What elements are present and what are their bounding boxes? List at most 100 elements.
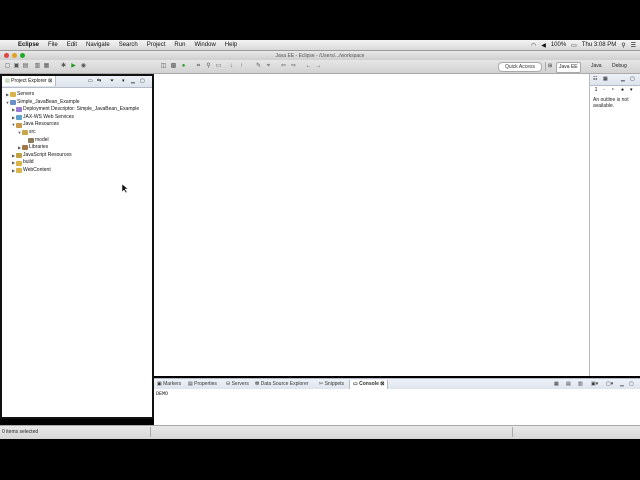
battery-icon[interactable]: ▭ xyxy=(571,42,577,49)
volume-icon[interactable]: ◀ xyxy=(541,42,546,49)
hide-fields-icon[interactable]: ◦ xyxy=(603,87,605,93)
menu-search[interactable]: Search xyxy=(119,42,138,48)
maximize-console-icon[interactable]: ▢ xyxy=(629,380,634,389)
close-window-icon[interactable] xyxy=(4,53,9,58)
deploy-icon[interactable]: ▦ xyxy=(43,63,50,70)
new-class-icon[interactable]: ● xyxy=(180,63,187,70)
save-icon[interactable]: ▣ xyxy=(13,63,20,70)
minimize-console-icon[interactable]: ▁ xyxy=(620,380,624,389)
tree-item[interactable]: ▶ JavaScript Resources xyxy=(5,152,152,160)
tree-item[interactable]: ▼ Simple_JavaBean_Example xyxy=(5,99,152,107)
menubar-clock[interactable]: Thu 3:08 PM xyxy=(582,42,616,48)
window-controls xyxy=(4,53,25,58)
menu-window[interactable]: Window xyxy=(194,42,215,48)
tree-item[interactable]: ▼ src xyxy=(5,129,152,137)
back-icon[interactable]: ⇦ xyxy=(280,63,287,70)
external-tools-icon[interactable]: ◉ xyxy=(80,63,87,70)
outline-tab-icon[interactable]: ☷ xyxy=(593,76,597,82)
battery-percent[interactable]: 100% xyxy=(551,42,566,48)
webservice-icon xyxy=(16,115,22,121)
new-java-project-icon[interactable]: ◫ xyxy=(160,63,167,70)
package-icon xyxy=(28,137,34,143)
print-icon[interactable]: ▤ xyxy=(22,63,29,70)
display-console-icon[interactable]: ▣▾ xyxy=(591,380,598,389)
project-explorer-tab-label: Project Explorer xyxy=(11,78,47,84)
zoom-window-icon[interactable] xyxy=(20,53,25,58)
open-perspective-icon[interactable]: ⊞ xyxy=(545,62,554,71)
tree-item[interactable]: ▶ Servers xyxy=(5,91,152,99)
debug-icon[interactable]: ✱ xyxy=(60,63,67,70)
tab-console[interactable]: ▭ Console ⊠ xyxy=(349,380,389,389)
open-type-icon[interactable]: ⌗ xyxy=(195,63,202,70)
outline-tabbar: ☷ ▦ ▁ ▢ xyxy=(590,74,640,86)
new-icon[interactable]: ▢ xyxy=(4,63,11,70)
quick-access-field[interactable]: Quick Access xyxy=(498,62,542,72)
new-package-icon[interactable]: ▩ xyxy=(170,63,177,70)
tree-item[interactable]: ▶ Libraries xyxy=(5,144,152,152)
tree-item[interactable]: ▶ WebContent xyxy=(5,167,152,175)
wifi-icon[interactable]: ◠ xyxy=(531,42,536,49)
minimize-window-icon[interactable] xyxy=(12,53,17,58)
tree-item[interactable]: ▶ Deployment Descriptor: Simple_JavaBean_… xyxy=(5,106,152,114)
menu-edit[interactable]: Edit xyxy=(67,42,77,48)
back-history-icon[interactable]: ← xyxy=(305,63,312,70)
maximize-outline-icon[interactable]: ▢ xyxy=(630,76,635,82)
link-with-editor-icon[interactable]: ⇆ xyxy=(97,78,101,84)
tree-item[interactable]: model xyxy=(5,137,152,145)
tab-markers[interactable]: ▣ Markers xyxy=(157,380,181,389)
open-task-icon[interactable]: ▭ xyxy=(215,63,222,70)
notification-icon[interactable]: ☰ xyxy=(631,42,636,49)
maximize-view-icon[interactable]: ▢ xyxy=(140,78,145,84)
view-menu-icon[interactable]: ▾ xyxy=(122,78,125,84)
sort-icon[interactable]: ↧ xyxy=(594,87,598,93)
pin-icon[interactable]: ⌖ xyxy=(265,63,272,70)
spotlight-icon[interactable]: ⚲ xyxy=(621,42,625,49)
tab-snippets[interactable]: ✄ Snippets xyxy=(319,380,344,389)
last-edit-icon[interactable]: ✎ xyxy=(255,63,262,70)
outline-menu-icon[interactable]: ▾ xyxy=(630,87,633,93)
forward-icon[interactable]: ⇨ xyxy=(290,63,297,70)
hide-nonpublic-icon[interactable]: ● xyxy=(621,87,624,93)
open-console-icon[interactable]: ▢▾ xyxy=(606,380,613,389)
hide-static-icon[interactable]: ˢ xyxy=(612,87,614,93)
pin-console-icon[interactable]: ▥ xyxy=(578,380,583,389)
java-resources-icon xyxy=(16,122,22,128)
perspective-debug-label: Debug xyxy=(612,63,627,69)
close-tab-icon[interactable]: ⊠ xyxy=(48,78,52,84)
menu-eclipse[interactable]: Eclipse xyxy=(18,42,39,48)
tab-properties[interactable]: ▤ Properties xyxy=(188,380,217,389)
console-view[interactable]: DEMO xyxy=(154,389,640,425)
tab-data-source-explorer[interactable]: ⛃ Data Source Explorer xyxy=(255,380,308,389)
editor-area[interactable] xyxy=(154,74,589,376)
perspective-java-ee[interactable]: Java EE xyxy=(556,62,581,73)
menu-navigate[interactable]: Navigate xyxy=(86,42,110,48)
menu-run[interactable]: Run xyxy=(174,42,185,48)
prev-annotation-icon[interactable]: ↑ xyxy=(238,63,245,70)
tree-item[interactable]: ▶ JAX-WS Web Services xyxy=(5,114,152,122)
perspective-debug[interactable]: Debug xyxy=(610,62,629,71)
mac-menubar: Eclipse File Edit Navigate Search Projec… xyxy=(0,40,640,51)
menu-file[interactable]: File xyxy=(48,42,58,48)
menu-project[interactable]: Project xyxy=(147,42,166,48)
tree-item[interactable]: ▶ build xyxy=(5,159,152,167)
perspective-java[interactable]: Java xyxy=(589,62,604,71)
scroll-lock-icon[interactable]: ▤ xyxy=(566,380,571,389)
search-icon[interactable]: ⚲ xyxy=(205,63,212,70)
tree-item[interactable]: ▼ Java Resources xyxy=(5,121,152,129)
next-annotation-icon[interactable]: ↓ xyxy=(228,63,235,70)
window-title: Java EE - Eclipse - /Users/.../workspace xyxy=(275,52,365,59)
tab-servers[interactable]: ⛁ Servers xyxy=(226,380,249,389)
run-icon[interactable]: ▶ xyxy=(70,63,77,70)
task-list-tab-icon[interactable]: ▦ xyxy=(603,76,608,82)
menu-help[interactable]: Help xyxy=(225,42,237,48)
server-icon[interactable]: ▥ xyxy=(34,63,41,70)
minimize-outline-icon[interactable]: ▁ xyxy=(621,76,625,82)
clear-console-icon[interactable]: ▦ xyxy=(554,380,559,389)
close-console-icon[interactable]: ⊠ xyxy=(380,381,384,387)
status-bar: 0 items selected xyxy=(0,425,640,439)
forward-history-icon[interactable]: → xyxy=(315,63,322,70)
collapse-all-icon[interactable]: ▭ xyxy=(88,78,93,84)
minimize-view-icon[interactable]: ▁ xyxy=(131,78,135,84)
tab-project-explorer[interactable]: ▤ Project Explorer ⊠ xyxy=(2,76,57,86)
view-filter-icon[interactable]: ⏷ xyxy=(110,78,114,84)
